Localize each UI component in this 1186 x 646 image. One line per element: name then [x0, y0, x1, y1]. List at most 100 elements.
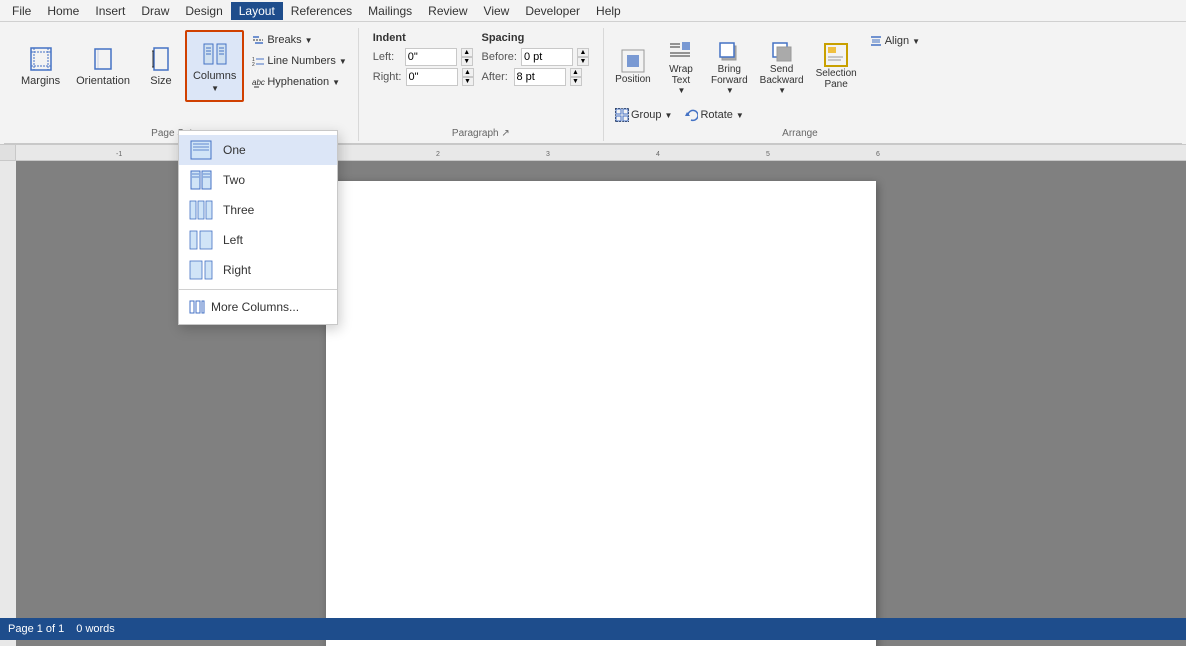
group-button[interactable]: Group ▼	[610, 104, 678, 126]
indent-left-up[interactable]: ▲	[461, 48, 473, 57]
columns-left-icon	[189, 230, 213, 250]
menu-design[interactable]: Design	[177, 2, 230, 20]
rotate-label: Rotate	[700, 109, 732, 121]
hyphenation-label: Hyphenation	[267, 76, 329, 88]
menu-home[interactable]: Home	[39, 2, 87, 20]
breaks-button[interactable]: Breaks ▼	[246, 30, 351, 50]
orientation-button[interactable]: Orientation	[69, 30, 137, 102]
paragraph-expand[interactable]: ↗	[501, 128, 509, 139]
bring-forward-button[interactable]: BringForward ▼	[706, 30, 753, 102]
spacing-col: Spacing Before: ▲ ▼ After:	[482, 32, 589, 86]
columns-button[interactable]: Columns ▼	[185, 30, 244, 102]
margins-label: Margins	[21, 75, 60, 87]
menu-insert[interactable]: Insert	[87, 2, 133, 20]
position-label: Position	[615, 74, 651, 85]
svg-text:abc: abc	[252, 78, 265, 87]
menu-draw[interactable]: Draw	[133, 2, 177, 20]
svg-text:6: 6	[876, 151, 880, 158]
columns-left-item[interactable]: Left	[179, 225, 337, 255]
indent-right-row: Right: ▲ ▼	[373, 68, 474, 86]
indent-left-down[interactable]: ▼	[461, 57, 473, 66]
menu-layout[interactable]: Layout	[231, 2, 283, 20]
line-numbers-arrow: ▼	[339, 57, 347, 66]
columns-three-item[interactable]: Three	[179, 195, 337, 225]
breaks-icon	[251, 33, 265, 47]
columns-right-label: Right	[223, 263, 251, 277]
columns-one-item[interactable]: One	[179, 135, 337, 165]
menu-review[interactable]: Review	[420, 2, 475, 20]
rotate-button[interactable]: Rotate ▼	[679, 104, 748, 126]
columns-one-icon	[189, 140, 213, 160]
indent-label: Indent	[373, 32, 474, 44]
columns-two-label: Two	[223, 173, 245, 187]
svg-text:-1: -1	[116, 151, 122, 158]
spacing-after-up[interactable]: ▲	[570, 68, 582, 77]
ribbon-content: Margins Orientation	[4, 26, 1182, 144]
indent-right-spin[interactable]: ▲ ▼	[462, 68, 474, 86]
indent-right-up[interactable]: ▲	[462, 68, 474, 77]
svg-text:2: 2	[252, 62, 255, 68]
align-button[interactable]: Align ▼	[864, 30, 925, 52]
line-numbers-label: Line Numbers	[267, 55, 335, 67]
indent-right-down[interactable]: ▼	[462, 77, 474, 86]
page-info: Page 1 of 1	[8, 623, 64, 635]
menu-mailings[interactable]: Mailings	[360, 2, 420, 20]
vertical-ruler	[0, 161, 16, 646]
small-buttons-col: Breaks ▼ 1 2 Line Numbers ▼	[246, 30, 351, 92]
spacing-before-spin[interactable]: ▲ ▼	[577, 48, 589, 66]
indent-right-input[interactable]	[406, 68, 458, 86]
spacing-after-label: After:	[482, 71, 510, 83]
send-backward-arrow: ▼	[778, 86, 786, 95]
rotate-icon	[684, 108, 698, 122]
columns-label: Columns	[193, 70, 236, 82]
menu-references[interactable]: References	[283, 2, 360, 20]
spacing-before-input[interactable]	[521, 48, 573, 66]
position-button[interactable]: Position	[610, 30, 656, 102]
align-arrow: ▼	[912, 37, 920, 46]
ruler-left-corner	[0, 145, 16, 160]
paragraph-label: Paragraph ↗	[452, 126, 510, 139]
word-count: 0 words	[76, 623, 115, 635]
group-icon	[615, 108, 629, 122]
position-icon	[620, 48, 646, 74]
spacing-after-spin[interactable]: ▲ ▼	[570, 68, 582, 86]
columns-three-icon	[189, 200, 213, 220]
indent-spacing-inner: Indent Left: ▲ ▼ Right:	[365, 30, 597, 88]
hyphenation-button[interactable]: abc Hyphenation ▼	[246, 72, 351, 92]
more-columns-item[interactable]: More Columns...	[179, 294, 337, 320]
orientation-icon	[89, 45, 117, 73]
bring-forward-label: BringForward	[711, 64, 748, 86]
hyphenation-arrow: ▼	[332, 78, 340, 87]
send-backward-button[interactable]: SendBackward ▼	[755, 30, 809, 102]
size-icon	[147, 45, 175, 73]
spacing-after-down[interactable]: ▼	[570, 77, 582, 86]
columns-right-item[interactable]: Right	[179, 255, 337, 285]
columns-right-icon	[189, 260, 213, 280]
group-arrow: ▼	[665, 111, 673, 120]
line-numbers-button[interactable]: 1 2 Line Numbers ▼	[246, 51, 351, 71]
indent-left-spin[interactable]: ▲ ▼	[461, 48, 473, 66]
menu-developer[interactable]: Developer	[517, 2, 588, 20]
document-page	[326, 181, 876, 646]
spacing-after-row: After: ▲ ▼	[482, 68, 589, 86]
selection-pane-button[interactable]: SelectionPane	[811, 30, 862, 102]
margins-button[interactable]: Margins	[14, 30, 67, 102]
menu-help[interactable]: Help	[588, 2, 629, 20]
ribbon: Margins Orientation	[0, 22, 1186, 145]
indent-left-input[interactable]	[405, 48, 457, 66]
spacing-before-down[interactable]: ▼	[577, 57, 589, 66]
selection-pane-label: SelectionPane	[816, 68, 857, 90]
spacing-before-up[interactable]: ▲	[577, 48, 589, 57]
indent-spacing-content: Indent Left: ▲ ▼ Right:	[365, 30, 597, 126]
columns-dropdown: One Two Three Left	[178, 130, 338, 325]
wrap-text-button[interactable]: WrapText ▼	[658, 30, 704, 102]
columns-two-item[interactable]: Two	[179, 165, 337, 195]
size-button[interactable]: Size	[139, 30, 183, 102]
spacing-label: Spacing	[482, 32, 589, 44]
align-label: Align	[885, 35, 909, 47]
menu-file[interactable]: File	[4, 2, 39, 20]
menu-view[interactable]: View	[476, 2, 518, 20]
spacing-after-input[interactable]	[514, 68, 566, 86]
breaks-label: Breaks	[267, 34, 301, 46]
hyphenation-icon: abc	[251, 75, 265, 89]
